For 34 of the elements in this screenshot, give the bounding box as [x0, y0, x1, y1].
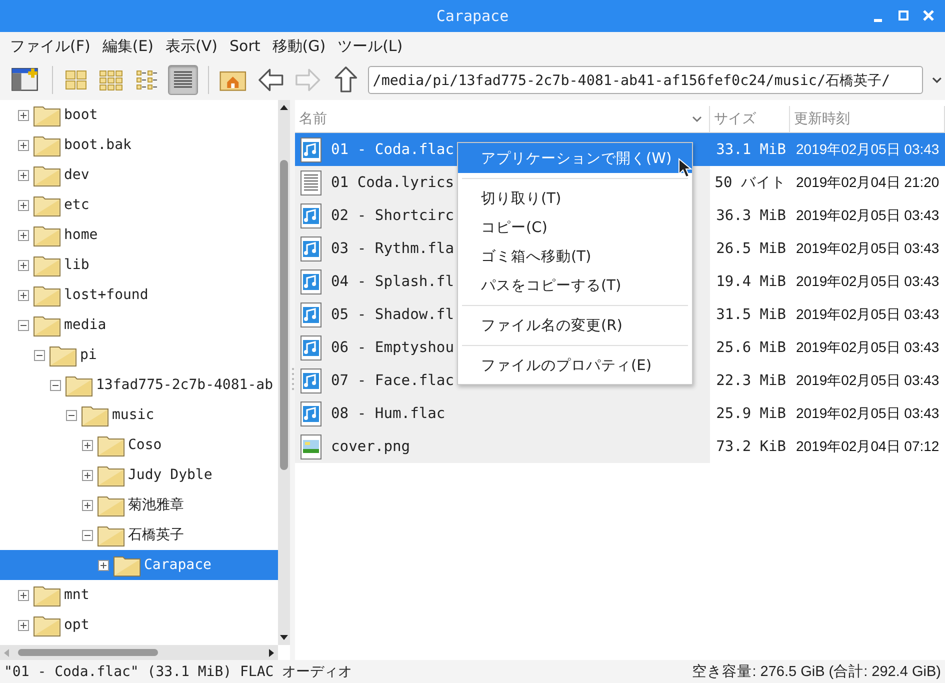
modified-time: 2019年02月05日 03:43	[795, 206, 940, 224]
file-size: 36.3 MiB	[715, 208, 787, 224]
file-size: 31.5 MiB	[715, 306, 787, 322]
file-name: 05 - Shadow.fl	[331, 306, 454, 323]
file-name: 04 - Splash.fl	[331, 273, 454, 290]
file-size: 26.5 MiB	[715, 240, 787, 256]
file-name: 08 - Hum.flac	[331, 405, 446, 422]
file-size: 22.3 MiB	[715, 372, 787, 388]
modified-time: 2019年02月05日 03:43	[795, 272, 940, 290]
window-title: Carapace	[436, 7, 509, 25]
file-size: 33.1 MiB	[715, 142, 787, 158]
modified-time: 2019年02月04日 07:12	[795, 438, 940, 456]
status-text: "01 - Coda.flac" (33.1 MiB) FLAC オーディオ	[4, 662, 352, 680]
file-name: 03 - Rythm.fla	[331, 240, 454, 257]
file-name: 02 - Shortcirc	[331, 207, 454, 224]
file-name: 01 - Coda.flac	[331, 141, 454, 158]
file-size: 25.6 MiB	[715, 340, 787, 356]
modified-time: 2019年02月05日 03:43	[795, 404, 940, 422]
file-size: 25.9 MiB	[715, 406, 787, 422]
modified-time: 2019年02月05日 03:43	[795, 240, 940, 258]
modified-time: 2019年02月05日 03:43	[795, 140, 940, 158]
folder-name: Carapace	[144, 557, 212, 573]
modified-time: 2019年02月04日 21:20	[795, 174, 940, 192]
file-name: 06 - Emptyshou	[331, 339, 454, 356]
file-size: 19.4 MiB	[715, 274, 787, 290]
modified-time: 2019年02月05日 03:43	[795, 372, 940, 390]
file-name: 01 Coda.lyrics	[331, 174, 454, 191]
modified-time: 2019年02月05日 03:43	[795, 338, 940, 356]
file-name: 07 - Face.flac	[331, 372, 454, 389]
file-size: 50 バイト	[714, 174, 787, 192]
free-space-text: 空き容量: 276.5 GiB (合計: 292.4 GiB)	[692, 662, 941, 681]
modified-time: 2019年02月05日 03:43	[795, 306, 940, 324]
file-name: cover.png	[331, 438, 410, 455]
file-size: 73.2 KiB	[715, 438, 787, 454]
